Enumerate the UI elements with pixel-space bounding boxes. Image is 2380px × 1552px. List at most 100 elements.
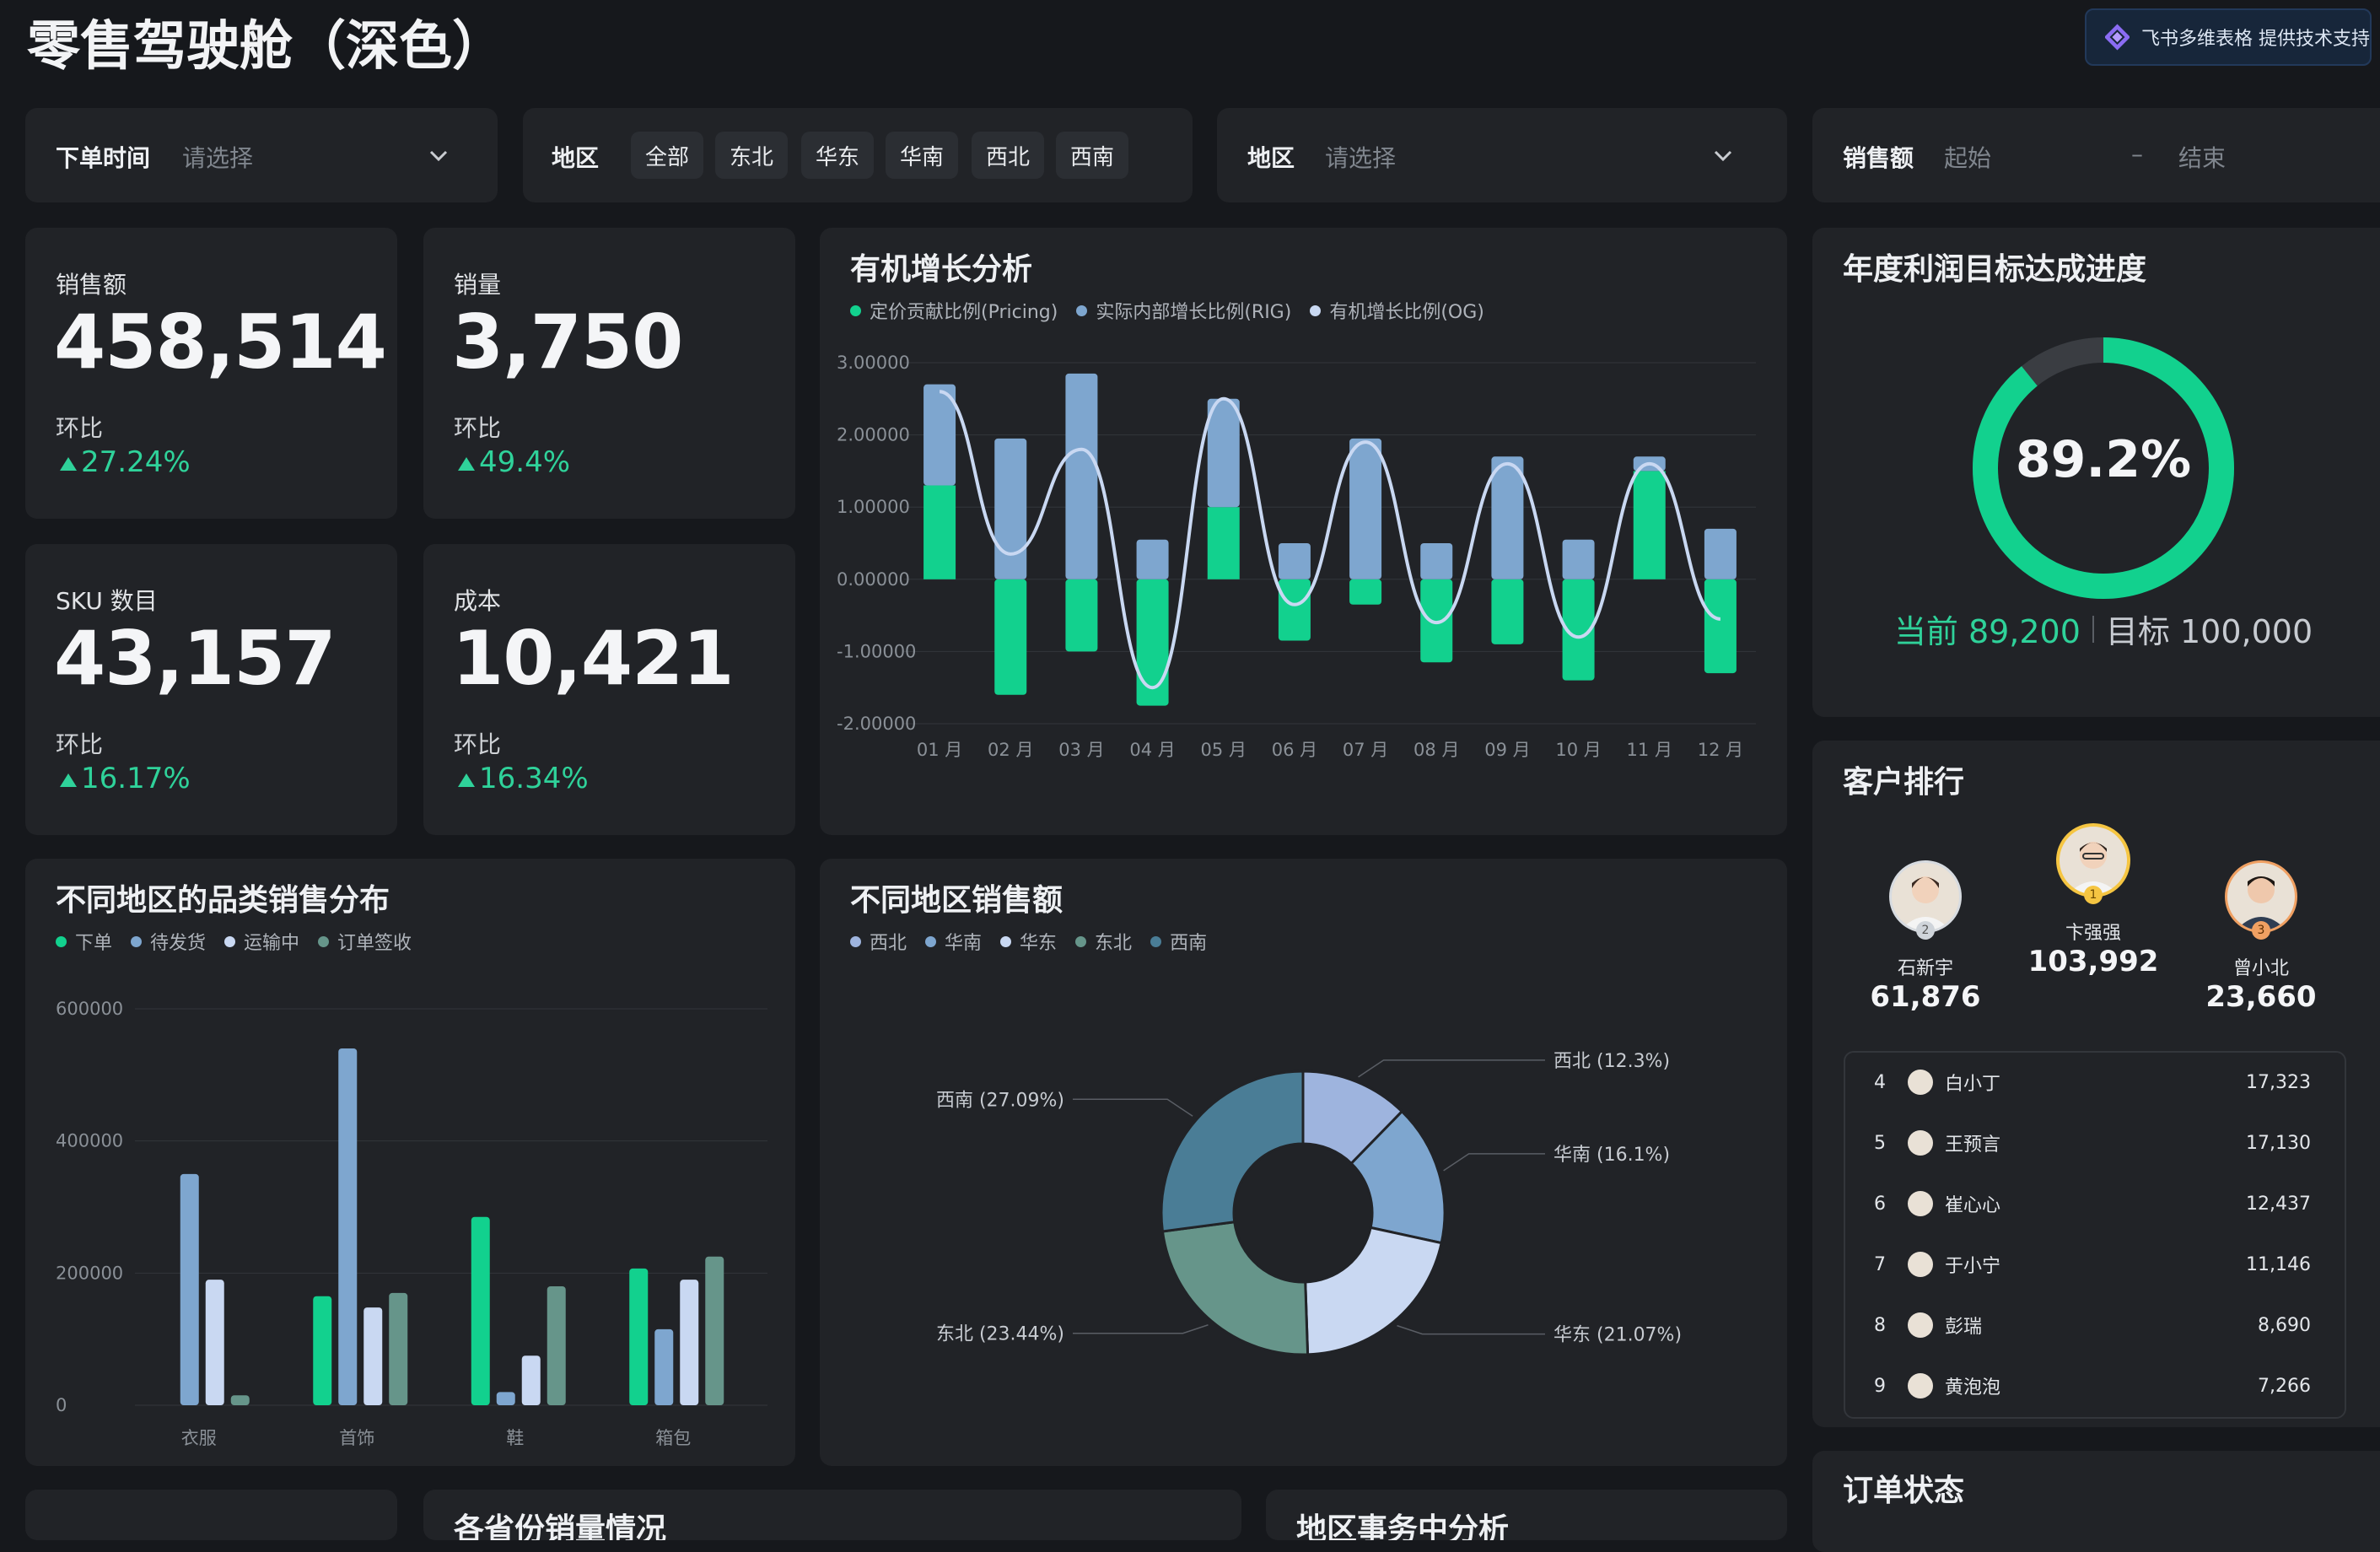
ranking-row[interactable]: 8 彭瑞 8,690 — [1847, 1295, 2336, 1355]
legend-item[interactable]: 订单签收 — [318, 928, 412, 955]
chart-title: 不同地区销售额 — [850, 883, 1063, 918]
bar-pricing — [1349, 579, 1382, 605]
range-separator: – — [2131, 140, 2143, 168]
progress-current: 当前 89,200 — [1893, 613, 2081, 650]
legend-item[interactable]: 华南 — [925, 928, 982, 955]
bar-2 — [205, 1280, 224, 1405]
legend-item[interactable]: 华东 — [1000, 928, 1057, 955]
legend-label: 订单签收 — [337, 933, 412, 954]
bar-3 — [705, 1256, 724, 1405]
rank-number: 7 — [1874, 1253, 1886, 1275]
progress-summary: 当前 89,200 目标 100,000 — [1812, 606, 2380, 652]
legend-item[interactable]: 下单 — [56, 928, 112, 955]
x-tick-label: 09 月 — [1484, 740, 1530, 760]
brand-badge[interactable]: 飞书多维表格 提供技术支持 — [2085, 8, 2372, 66]
range-end-input[interactable]: 结束 — [2178, 140, 2226, 174]
triangle-up-icon — [60, 773, 77, 787]
podium-name: 石新宇 — [1897, 958, 1953, 979]
region-chip-northeast[interactable]: 东北 — [715, 132, 788, 179]
y-tick-label: 400000 — [56, 1131, 123, 1151]
bar-pricing — [1633, 471, 1666, 579]
bar-1 — [338, 1048, 358, 1405]
rank-number: 6 — [1874, 1193, 1886, 1215]
podium-medal-2: 2 — [1916, 921, 1935, 940]
customer-name: 彭瑞 — [1945, 1317, 1983, 1338]
bar-rig — [1136, 539, 1169, 579]
bar-rig — [1349, 438, 1382, 579]
legend-item[interactable]: 东北 — [1075, 928, 1132, 955]
line-og — [939, 390, 1721, 690]
legend-item[interactable]: 待发货 — [131, 928, 206, 955]
customer-name: 王预言 — [1945, 1134, 2001, 1156]
legend-item[interactable]: 定价贡献比例(Pricing) — [850, 297, 1058, 324]
progress-percent: 89.2% — [2015, 430, 2192, 489]
person-icon — [2068, 842, 2119, 894]
legend-label: 定价贡献比例(Pricing) — [870, 302, 1058, 323]
filter-label: 下单时间 — [56, 144, 151, 172]
legend-item[interactable]: 西南 — [1150, 928, 1207, 955]
y-tick-label: 200000 — [56, 1263, 123, 1283]
bar-2 — [363, 1307, 383, 1405]
chart-title: 客户排行 — [1843, 765, 1965, 800]
rank-number: 8 — [1874, 1314, 1886, 1336]
x-tick-label: 12 月 — [1698, 740, 1743, 760]
bar-3 — [547, 1286, 566, 1405]
customer-name: 黄泡泡 — [1945, 1377, 2001, 1398]
chart-title: 不同地区的品类销售分布 — [56, 883, 390, 918]
bar-rig — [1278, 543, 1311, 579]
pie-slice-西南 — [1160, 1070, 1305, 1233]
kpi-compare-label: 环比 — [454, 414, 502, 442]
chart-legend: 西北 华南 华东 东北 西南 — [850, 928, 1207, 955]
legend-item[interactable]: 有机增长比例(OG) — [1310, 297, 1484, 324]
ranking-row[interactable]: 7 于小宁 11,146 — [1847, 1234, 2336, 1295]
bar-rig — [1491, 456, 1524, 579]
ranking-row[interactable]: 6 崔心心 12,437 — [1847, 1173, 2336, 1234]
rank-number: 9 — [1874, 1375, 1886, 1397]
kpi-label: SKU 数目 — [56, 587, 158, 615]
customer-value: 8,690 — [2258, 1314, 2311, 1336]
legend-item[interactable]: 实际内部增长比例(RIG) — [1076, 297, 1291, 324]
region-chip-northwest[interactable]: 西北 — [972, 132, 1044, 179]
kpi-compare-label: 环比 — [454, 730, 502, 758]
ranking-row[interactable]: 5 王预言 17,130 — [1847, 1113, 2336, 1173]
ranking-row[interactable]: 9 黄泡泡 7,266 — [1847, 1355, 2336, 1416]
region-chip-south[interactable]: 华南 — [886, 132, 958, 179]
region-chip-all[interactable]: 全部 — [631, 132, 703, 179]
category-sales-chart: 600000 400000 200000 0 衣服 首饰 鞋 箱包 — [56, 999, 767, 1448]
filter-region-select[interactable]: 地区 请选择 — [1217, 108, 1787, 202]
legend-dot — [925, 935, 937, 947]
kpi-value: 3,750 — [452, 299, 683, 385]
organic-growth-chart: 3.00000 2.00000 1.00000 0.00000 -1.00000 -2.0… — [837, 353, 1756, 760]
customer-name: 白小丁 — [1945, 1074, 2001, 1095]
region-chip-southwest[interactable]: 西南 — [1056, 132, 1128, 179]
rank-number: 4 — [1874, 1071, 1886, 1093]
kpi-change: 49.4% — [479, 445, 571, 479]
legend-label: 华南 — [945, 933, 983, 954]
organic-growth-card: 有机增长分析 定价贡献比例(Pricing) 实际内部增长比例(RIG) 有机增… — [820, 228, 1787, 835]
pie-leader-line — [1358, 1059, 1545, 1078]
legend-label: 东北 — [1095, 933, 1133, 954]
legend-dot — [56, 935, 67, 947]
order-status-card: 订单状态 — [1812, 1451, 2380, 1552]
legend-dot — [1310, 304, 1322, 316]
customer-value: 12,437 — [2246, 1193, 2311, 1215]
legend-item[interactable]: 西北 — [850, 928, 907, 955]
region-chip-east[interactable]: 华东 — [801, 132, 874, 179]
person-icon — [1900, 876, 1951, 930]
legend-label: 待发货 — [150, 933, 207, 954]
avatar — [1908, 1070, 1933, 1095]
pie-label: 西南 (27.09%) — [936, 1090, 1064, 1111]
bar-pricing — [1491, 579, 1524, 644]
y-tick-label: 0.00000 — [837, 569, 910, 590]
filter-label: 地区 — [1247, 144, 1295, 172]
filter-order-time[interactable]: 下单时间 请选择 — [25, 108, 498, 202]
avatar — [1908, 1312, 1933, 1338]
filter-sales-range[interactable]: 销售额 起始 – 结束 — [1812, 108, 2380, 202]
ranking-row[interactable]: 4 白小丁 17,323 — [1847, 1052, 2336, 1113]
bar-0 — [313, 1296, 332, 1405]
legend-item[interactable]: 运输中 — [224, 928, 299, 955]
range-start-input[interactable]: 起始 — [1944, 140, 1991, 174]
podium-name: 卞强强 — [2065, 923, 2121, 944]
chart-legend: 定价贡献比例(Pricing) 实际内部增长比例(RIG) 有机增长比例(OG) — [850, 297, 1484, 324]
x-tick-label: 箱包 — [655, 1428, 691, 1448]
